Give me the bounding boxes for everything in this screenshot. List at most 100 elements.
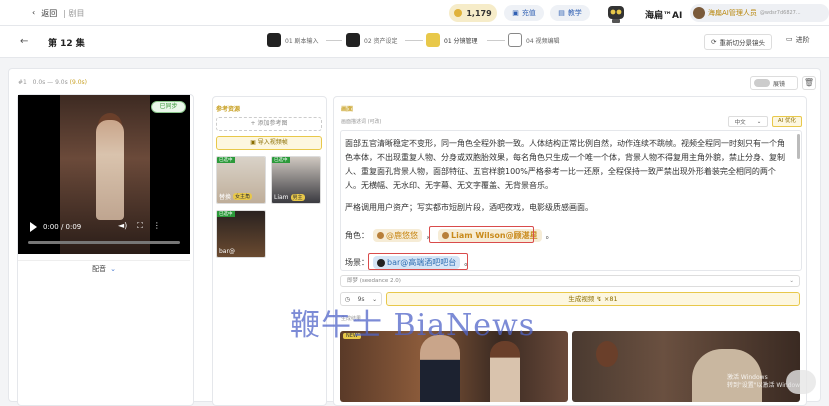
- fullscreen-icon[interactable]: ⛶: [137, 221, 143, 231]
- video-step-icon: [508, 33, 522, 47]
- script-step-icon: [267, 33, 281, 47]
- result-figure: [420, 335, 460, 402]
- step-bar: ← 第 12 集 01 剧本输入 02 资产设定 01 分镜管理 04 视频编辑…: [0, 26, 829, 58]
- role-name: @鹿悠悠: [386, 231, 418, 240]
- chevron-left-icon: ‹: [32, 8, 36, 17]
- expand-toggle[interactable]: 展镜: [750, 76, 798, 90]
- video-time: 0:00 / 0:09: [43, 223, 82, 231]
- chevron-down-icon: ⌄: [756, 118, 762, 125]
- thumb-tag: 已选中: [272, 157, 290, 163]
- step-label: 02 资产设定: [364, 37, 398, 45]
- prompt-paragraph-2: 严格调用用户资产；写实都市短剧片段，酒吧夜戏，电影级质感画面。: [345, 203, 593, 212]
- thumb-name: bar@: [219, 248, 235, 255]
- tutorial-label: 教学: [567, 9, 582, 17]
- dub-button[interactable]: 配音 ⌄: [18, 260, 190, 276]
- step-divider: [487, 40, 505, 41]
- result-figure: [596, 341, 618, 367]
- step-video-edit[interactable]: 04 视频编辑: [508, 33, 560, 47]
- video-figure: [96, 120, 124, 220]
- person-icon: [377, 232, 384, 239]
- step-asset-setup[interactable]: 02 资产设定: [346, 33, 398, 47]
- reference-thumb[interactable]: 已选中 bar@: [216, 210, 266, 258]
- add-reference-button[interactable]: + 添加参考图: [216, 117, 322, 131]
- step-divider: [405, 40, 423, 41]
- user-name: 海扁AI管理人员: [708, 9, 757, 17]
- storyboard-step-icon: [426, 33, 440, 47]
- refresh-icon: ⟳: [711, 38, 717, 46]
- card-icon: ▣: [512, 9, 519, 17]
- step-divider: [326, 40, 342, 41]
- status-badge: 已同步: [151, 101, 186, 113]
- trash-icon[interactable]: 🗑: [802, 76, 816, 90]
- user-id: @wdsr7d6827...: [759, 10, 801, 16]
- coin-amount: 1,179: [466, 8, 492, 18]
- roles-label: 角色：: [345, 231, 369, 240]
- guide-icon: ▭: [786, 35, 793, 43]
- model-select[interactable]: 即梦 (seedance 2.0) ⌄: [340, 275, 800, 287]
- watermark: 鞭牛士 BiaNews: [290, 308, 536, 343]
- avatar: [693, 7, 705, 19]
- model-value: 即梦 (seedance 2.0): [347, 278, 401, 284]
- scrollbar[interactable]: [797, 134, 800, 159]
- brand-name: 海扁™AI: [645, 11, 683, 21]
- step-storyboard[interactable]: 01 分镜管理: [426, 33, 478, 47]
- guide-button[interactable]: ▭ 进阶: [786, 35, 810, 45]
- step-label: 01 剧本输入: [285, 37, 319, 45]
- scene-title: 画面: [341, 106, 354, 113]
- top-bar: ‹ 返回 | 剧目 1,179 ▣ 充值 ▤ 教学 海扁™AI 海扁AI管理人员…: [0, 0, 829, 26]
- step-label: 04 视频编辑: [526, 37, 560, 45]
- shot-duration: (9.0s): [69, 79, 88, 86]
- volume-icon[interactable]: ◄): [118, 221, 127, 231]
- chevron-down-icon: ⌄: [110, 264, 116, 273]
- floating-button[interactable]: [786, 370, 816, 394]
- more-icon[interactable]: ⋮: [153, 221, 161, 231]
- back-sub: | 剧目: [63, 9, 85, 18]
- robot-logo-icon: [608, 6, 624, 23]
- arrow-left-icon[interactable]: ←: [20, 36, 28, 47]
- back-link[interactable]: ‹ 返回 | 剧目: [32, 8, 84, 19]
- thumb-label: Liam 男主: [274, 194, 305, 201]
- tutorial-button[interactable]: ▤ 教学: [550, 5, 590, 21]
- coin-balance[interactable]: 1,179: [449, 4, 497, 22]
- coin-icon: [454, 9, 463, 17]
- thumb-label: 替换 女主角: [219, 192, 253, 201]
- language-select[interactable]: 中文 ⌄: [728, 116, 768, 127]
- language-value: 中文: [734, 119, 746, 126]
- video-progress-bar[interactable]: [28, 241, 180, 244]
- thumb-role-chip: 男主: [290, 194, 305, 201]
- episode-title: 第 12 集: [48, 39, 85, 49]
- import-frame-button[interactable]: ▣ 导入视频帧: [216, 136, 322, 150]
- highlight-box: [368, 253, 468, 270]
- chevron-down-icon: ⌄: [789, 278, 794, 284]
- guide-label: 进阶: [795, 36, 810, 44]
- import-label: 导入视频帧: [257, 139, 288, 146]
- thumb-name: Liam: [274, 194, 289, 201]
- video-control-icons: ◄) ⛶ ⋮: [118, 221, 161, 231]
- reference-thumb[interactable]: 已选中 Liam 男主: [271, 156, 321, 204]
- regenerate-shots-button[interactable]: ⟳ 重新切分景镜头: [704, 34, 772, 50]
- asset-step-icon: [346, 33, 360, 47]
- recharge-button[interactable]: ▣ 充值: [504, 5, 544, 21]
- step-script-input[interactable]: 01 剧本输入: [267, 33, 319, 47]
- book-icon: ▤: [558, 9, 565, 17]
- thumb-tag: 已选中: [217, 211, 235, 217]
- recharge-label: 充值: [521, 9, 536, 17]
- dub-label: 配音: [92, 264, 107, 273]
- shot-time: 0.0s — 9.0s: [32, 79, 68, 86]
- thumb-name: 替换: [219, 194, 232, 201]
- user-profile[interactable]: 海扁AI管理人员 @wdsr7d6827...: [690, 4, 829, 22]
- references-title: 参考资源: [216, 106, 241, 113]
- image-icon: ▣: [250, 139, 256, 146]
- toggle-switch[interactable]: [754, 79, 770, 87]
- prompt-paragraph: 面部五官清晰稳定不变形，同一角色全程外貌一致。人体结构正常比例自然，动作连续不跳…: [345, 139, 785, 190]
- scene-label: 场景：: [345, 258, 369, 267]
- scene-subtitle: 画面描述词 (可改): [341, 119, 382, 125]
- result-video-2[interactable]: [572, 331, 800, 402]
- role-chip[interactable]: @鹿悠悠: [373, 229, 422, 242]
- play-icon[interactable]: [30, 222, 37, 232]
- reference-thumb[interactable]: 已选中 替换 女主角: [216, 156, 266, 204]
- back-label: 返回: [41, 9, 58, 18]
- ai-optimize-button[interactable]: AI 优化: [772, 116, 802, 127]
- result-figure: [490, 341, 520, 402]
- regen-label: 重新切分景镜头: [719, 39, 765, 47]
